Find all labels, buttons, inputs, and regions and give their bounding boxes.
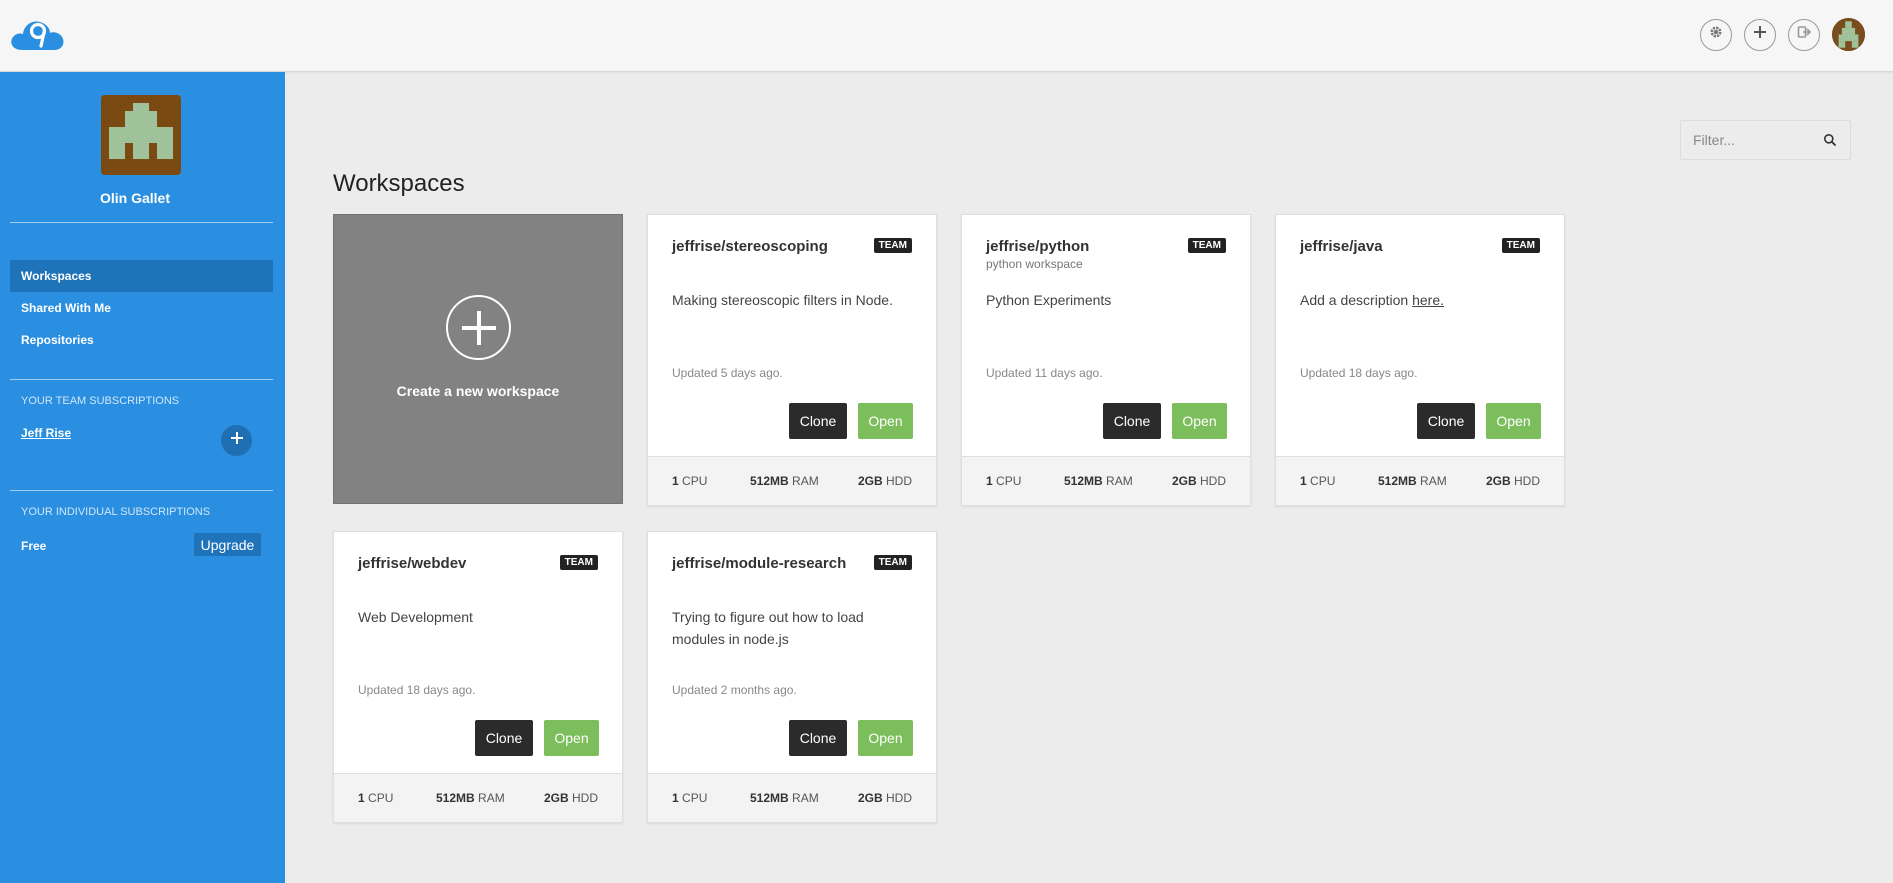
filter-box <box>1680 120 1851 160</box>
spec-hdd: 2GB HDD <box>857 791 912 805</box>
workspace-description: Trying to figure out how to load modules… <box>672 606 912 650</box>
upgrade-button[interactable]: Upgrade <box>194 533 261 556</box>
description-text: Add a description <box>1300 292 1413 308</box>
search-icon[interactable] <box>1816 126 1844 154</box>
spec-hdd: 2GB HDD <box>543 791 598 805</box>
spec-cpu: 1 CPU <box>672 474 708 488</box>
workspace-name[interactable]: jeffrise/java <box>1300 238 1383 255</box>
open-button[interactable]: Open <box>544 720 599 756</box>
clone-button[interactable]: Clone <box>1103 403 1161 439</box>
workspace-specs: 1 CPU 512MB RAM 2GB HDD <box>1276 456 1564 505</box>
description-text: Trying to figure out how to load modules… <box>672 609 864 647</box>
individual-subscriptions-heading: YOUR INDIVIDUAL SUBSCRIPTIONS <box>21 506 211 518</box>
sign-out-button[interactable] <box>1788 18 1820 51</box>
open-button[interactable]: Open <box>1486 403 1541 439</box>
team-link[interactable]: Jeff Rise <box>21 426 71 440</box>
open-button[interactable]: Open <box>858 403 913 439</box>
workspace-updated: Updated 11 days ago. <box>986 366 1103 380</box>
workspace-card: jeffrise/module-research TEAM Trying to … <box>647 531 937 823</box>
workspace-name[interactable]: jeffrise/webdev <box>358 555 466 572</box>
top-bar <box>0 0 1893 72</box>
workspace-specs: 1 CPU 512MB RAM 2GB HDD <box>334 773 622 822</box>
workspace-description: Web Development <box>358 606 598 628</box>
team-badge: TEAM <box>1187 238 1226 253</box>
sidebar: Olin Gallet Workspaces Shared With Me Re… <box>0 72 285 883</box>
spec-ram: 512MB RAM <box>436 791 505 805</box>
workspace-updated: Updated 2 months ago. <box>672 683 797 697</box>
workspace-description: Add a description here. <box>1300 289 1540 311</box>
clone-button[interactable]: Clone <box>475 720 533 756</box>
spec-cpu: 1 CPU <box>672 791 708 805</box>
profile-avatar[interactable] <box>101 95 181 175</box>
sidebar-item-workspaces[interactable]: Workspaces <box>10 260 273 292</box>
sign-out-icon <box>1796 24 1812 45</box>
open-button[interactable]: Open <box>858 720 913 756</box>
clone-button[interactable]: Clone <box>789 403 847 439</box>
settings-button[interactable] <box>1700 18 1732 51</box>
add-team-button[interactable] <box>221 425 252 456</box>
workspace-card: jeffrise/python python workspace TEAM Py… <box>961 214 1251 506</box>
workspace-specs: 1 CPU 512MB RAM 2GB HDD <box>648 773 936 822</box>
create-workspace-label: Create a new workspace <box>396 383 560 399</box>
spec-ram: 512MB RAM <box>750 791 819 805</box>
filter-input[interactable] <box>1681 132 1816 148</box>
profile-name: Olin Gallet <box>99 190 170 206</box>
sidebar-item-shared-with-me[interactable]: Shared With Me <box>10 292 273 324</box>
sidebar-item-repositories[interactable]: Repositories <box>10 324 273 356</box>
workspace-card: jeffrise/java TEAM Add a description her… <box>1275 214 1565 506</box>
workspace-specs: 1 CPU 512MB RAM 2GB HDD <box>648 456 936 505</box>
spec-cpu: 1 CPU <box>358 791 394 805</box>
spec-ram: 512MB RAM <box>1378 474 1447 488</box>
team-badge: TEAM <box>1501 238 1540 253</box>
plan-label: Free <box>21 539 47 553</box>
workspace-updated: Updated 18 days ago. <box>358 683 476 697</box>
workspace-name[interactable]: jeffrise/stereoscoping <box>672 238 828 255</box>
clone-button[interactable]: Clone <box>1417 403 1475 439</box>
sidebar-divider <box>10 490 273 491</box>
plus-icon <box>230 431 244 450</box>
description-text: Making stereoscopic filters in Node. <box>672 292 893 308</box>
gear-icon <box>1708 24 1724 45</box>
spec-ram: 512MB RAM <box>750 474 819 488</box>
plus-icon <box>446 295 511 360</box>
workspace-updated: Updated 18 days ago. <box>1300 366 1418 380</box>
cloud9-logo-icon[interactable] <box>8 16 66 54</box>
workspace-description: Python Experiments <box>986 289 1226 311</box>
team-subscriptions-heading: YOUR TEAM SUBSCRIPTIONS <box>21 395 180 407</box>
spec-hdd: 2GB HDD <box>1485 474 1540 488</box>
description-text: Python Experiments <box>986 292 1112 308</box>
workspace-specs: 1 CPU 512MB RAM 2GB HDD <box>962 456 1250 505</box>
team-badge: TEAM <box>873 555 912 570</box>
workspace-card: jeffrise/webdev TEAM Web Development Upd… <box>333 531 623 823</box>
workspace-description: Making stereoscopic filters in Node. <box>672 289 912 311</box>
open-button[interactable]: Open <box>1172 403 1227 439</box>
workspace-subtitle: python workspace <box>986 257 1083 271</box>
page-title: Workspaces <box>333 170 465 197</box>
spec-cpu: 1 CPU <box>1300 474 1336 488</box>
workspace-name[interactable]: jeffrise/python <box>986 238 1089 255</box>
workspace-card: jeffrise/stereoscoping TEAM Making stere… <box>647 214 937 506</box>
team-badge: TEAM <box>873 238 912 253</box>
workspace-updated: Updated 5 days ago. <box>672 366 783 380</box>
team-badge: TEAM <box>559 555 598 570</box>
plus-icon <box>1752 24 1768 45</box>
spec-cpu: 1 CPU <box>986 474 1022 488</box>
spec-hdd: 2GB HDD <box>857 474 912 488</box>
sidebar-divider <box>10 379 273 380</box>
create-workspace-card[interactable]: Create a new workspace <box>333 214 623 504</box>
workspace-name[interactable]: jeffrise/module-research <box>672 555 846 572</box>
add-description-link[interactable]: here. <box>1412 292 1444 308</box>
header-actions <box>1700 18 1865 51</box>
clone-button[interactable]: Clone <box>789 720 847 756</box>
spec-hdd: 2GB HDD <box>1171 474 1226 488</box>
sidebar-divider <box>10 222 273 223</box>
description-text: Web Development <box>358 609 473 625</box>
new-button[interactable] <box>1744 18 1776 51</box>
spec-ram: 512MB RAM <box>1064 474 1133 488</box>
avatar[interactable] <box>1832 18 1865 51</box>
